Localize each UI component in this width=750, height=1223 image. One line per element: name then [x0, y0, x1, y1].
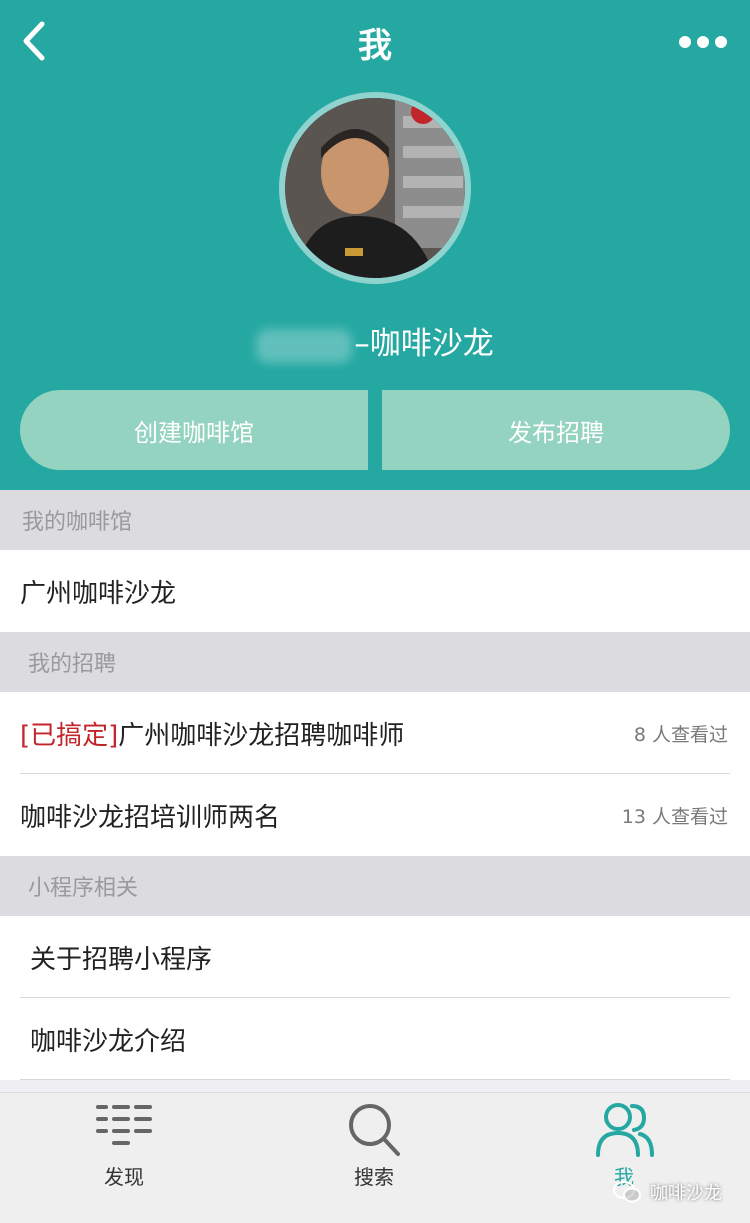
page-title: 我 [358, 26, 392, 66]
username: –咖啡沙龙 [0, 318, 750, 363]
tab-discover[interactable]: 发现 [59, 1093, 189, 1189]
job-views-count: 8 人查看过 [633, 723, 728, 746]
redacted-name [256, 328, 353, 363]
tab-bar: 发现 搜索 我 [0, 1092, 750, 1189]
list-item-label: 关于招聘小程序 [30, 944, 213, 975]
watermark: 咖啡沙龙 [612, 1178, 722, 1206]
post-job-button[interactable]: 发布招聘 [382, 390, 730, 470]
tab-search[interactable]: 搜索 [309, 1093, 439, 1189]
section-header-jobs: 我的招聘 [0, 632, 750, 692]
more-dots-icon [679, 36, 727, 48]
cafe-item-label: 广州咖啡沙龙 [20, 578, 177, 609]
tab-label: 搜索 [354, 1165, 394, 1189]
avatar-photo [285, 98, 465, 278]
create-cafe-button[interactable]: 创建咖啡馆 [20, 390, 368, 470]
search-icon [349, 1104, 400, 1156]
job-status-tag: [已搞定] [20, 720, 119, 751]
back-button[interactable] [16, 18, 56, 64]
avatar[interactable] [285, 98, 465, 278]
job-item[interactable]: 咖啡沙龙招培训师两名 13 人查看过 [0, 774, 750, 856]
tab-me[interactable]: 我 [559, 1093, 689, 1189]
cafe-item[interactable]: 广州咖啡沙龙 [0, 550, 750, 632]
job-item[interactable]: [已搞定]广州咖啡沙龙招聘咖啡师 8 人查看过 [0, 692, 750, 774]
avatar-frame [279, 92, 471, 284]
username-suffix: –咖啡沙龙 [354, 326, 494, 362]
tab-label: 发现 [104, 1165, 144, 1189]
people-icon [596, 1103, 654, 1157]
chevron-left-icon [23, 21, 45, 61]
list-item[interactable]: 关于招聘小程序 [0, 916, 750, 998]
list-icon [96, 1105, 152, 1145]
watermark-text: 咖啡沙龙 [650, 1183, 722, 1204]
list-item-label: 咖啡沙龙介绍 [30, 1026, 187, 1057]
list-item[interactable]: 咖啡沙龙介绍 [0, 998, 750, 1080]
job-item-label: 广州咖啡沙龙招聘咖啡师 [118, 720, 405, 751]
job-views-count: 13 人查看过 [621, 805, 728, 828]
section-header-miniprogram: 小程序相关 [0, 856, 750, 916]
more-button[interactable] [678, 28, 728, 56]
divider [20, 1079, 730, 1080]
section-header-cafes: 我的咖啡馆 [0, 490, 750, 550]
job-item-label: 咖啡沙龙招培训师两名 [20, 802, 281, 833]
wechat-icon [613, 1181, 641, 1203]
profile-header: 我 –咖啡沙龙 创建咖啡馆 发布招聘 [0, 0, 750, 490]
